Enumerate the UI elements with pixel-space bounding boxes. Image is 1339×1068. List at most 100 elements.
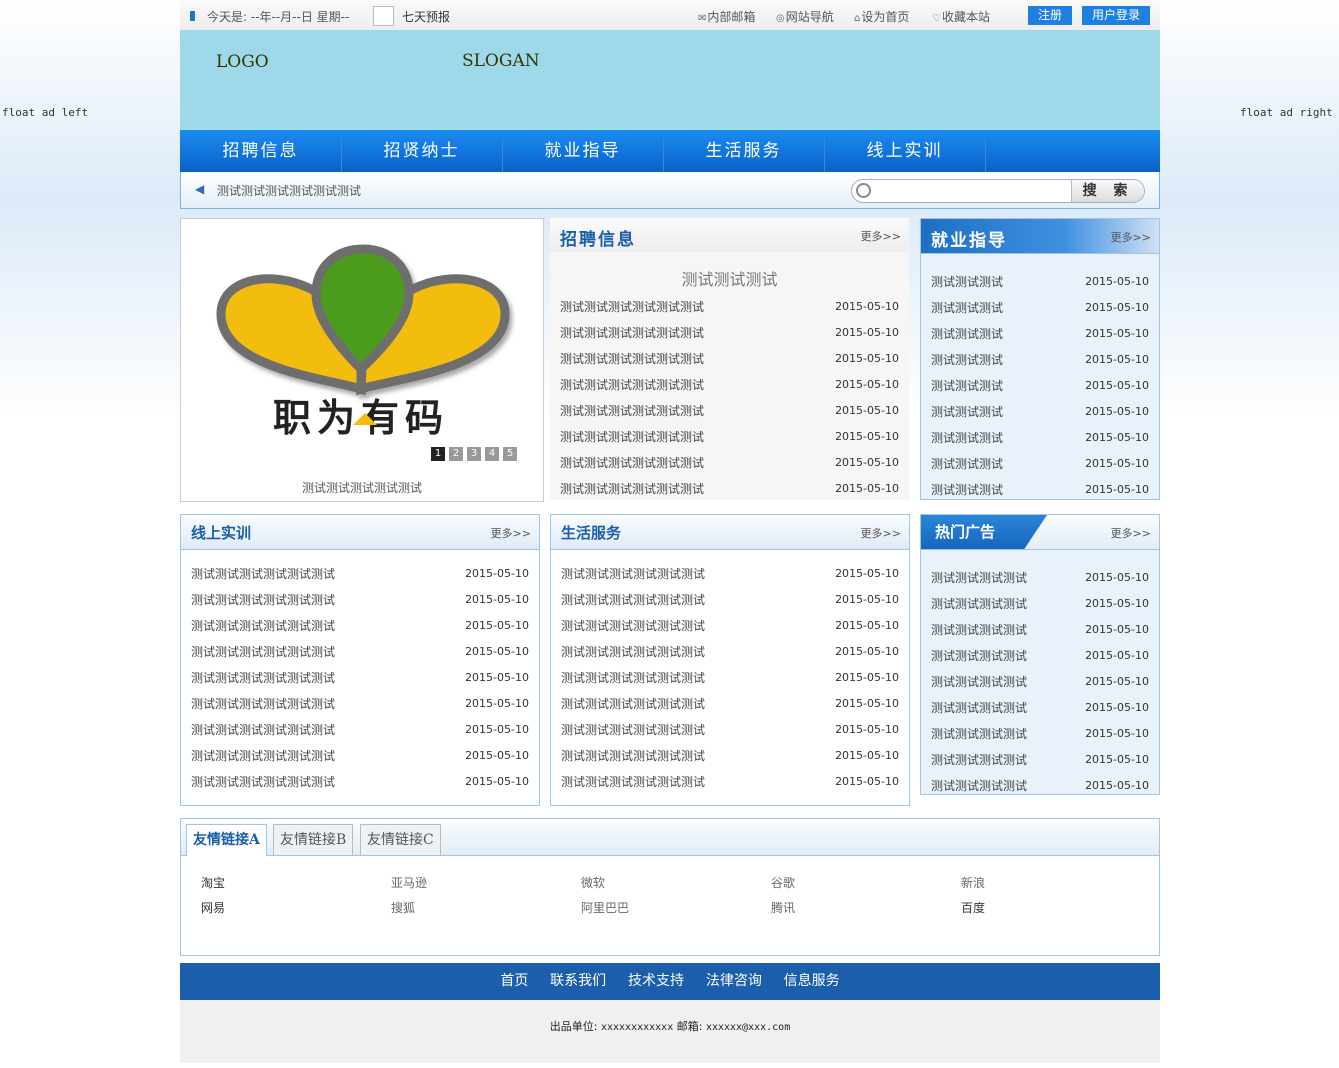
list-item-title[interactable]: 测试测试测试测试测试测试 <box>560 398 704 424</box>
list-item[interactable]: 测试测试测试测试测试测试 2015-05-10 <box>181 717 539 743</box>
list-item[interactable]: 测试测试测试测试 2015-05-10 <box>921 591 1159 617</box>
list-item-title[interactable]: 测试测试测试测试测试测试 <box>560 424 704 450</box>
list-item[interactable]: 测试测试测试 2015-05-10 <box>921 347 1159 373</box>
recruit-more-link[interactable]: 更多>> <box>861 228 901 244</box>
guide-more-link[interactable]: 更多>> <box>1111 229 1151 245</box>
register-button[interactable]: 注册 <box>1028 6 1072 25</box>
friend-link[interactable]: 腾讯 <box>771 899 795 916</box>
list-item[interactable]: 测试测试测试测试测试测试 2015-05-10 <box>551 743 909 769</box>
nav-item-talent[interactable]: 招贤纳士 <box>341 130 502 172</box>
list-item-title[interactable]: 测试测试测试测试 <box>931 565 1027 591</box>
footer-link-info[interactable]: 信息服务 <box>784 963 840 1000</box>
float-ad-right[interactable]: float ad right <box>1240 106 1333 119</box>
list-item-title[interactable]: 测试测试测试测试测试测试 <box>561 717 705 743</box>
list-item-title[interactable]: 测试测试测试测试测试测试 <box>191 717 335 743</box>
float-ad-left[interactable]: float ad left <box>2 106 88 119</box>
list-item[interactable]: 测试测试测试 2015-05-10 <box>921 425 1159 451</box>
notice-text[interactable]: 测试测试测试测试测试测试 <box>217 182 361 199</box>
list-item[interactable]: 测试测试测试测试测试测试 2015-05-10 <box>181 743 539 769</box>
list-item-title[interactable]: 测试测试测试 <box>931 477 1003 503</box>
list-item[interactable]: 测试测试测试测试测试测试 2015-05-10 <box>550 294 909 320</box>
slider-caption[interactable]: 测试测试测试测试测试 <box>181 479 543 496</box>
tab-friend-links-b[interactable]: 友情链接B <box>273 824 354 855</box>
list-item-title[interactable]: 测试测试测试 <box>931 399 1003 425</box>
list-item[interactable]: 测试测试测试 2015-05-10 <box>921 295 1159 321</box>
slider-dot[interactable]: 2 <box>449 447 463 461</box>
list-item-title[interactable]: 测试测试测试测试测试测试 <box>560 294 704 320</box>
list-item[interactable]: 测试测试测试测试测试测试 2015-05-10 <box>551 691 909 717</box>
list-item-title[interactable]: 测试测试测试测试 <box>931 747 1027 773</box>
friend-link[interactable]: 淘宝 <box>201 874 225 891</box>
footer-link-home[interactable]: 首页 <box>500 963 528 1000</box>
list-item[interactable]: 测试测试测试测试 2015-05-10 <box>921 773 1159 799</box>
list-item-title[interactable]: 测试测试测试 <box>931 451 1003 477</box>
list-item-title[interactable]: 测试测试测试测试测试测试 <box>561 691 705 717</box>
list-item-title[interactable]: 测试测试测试测试测试测试 <box>561 743 705 769</box>
list-item[interactable]: 测试测试测试测试测试测试 2015-05-10 <box>181 665 539 691</box>
footer-link-contact[interactable]: 联系我们 <box>550 963 606 1000</box>
tab-friend-links-c[interactable]: 友情链接C <box>360 824 441 855</box>
nav-item-guide[interactable]: 就业指导 <box>502 130 663 172</box>
list-item[interactable]: 测试测试测试测试 2015-05-10 <box>921 669 1159 695</box>
list-item[interactable]: 测试测试测试测试测试测试 2015-05-10 <box>550 372 909 398</box>
list-item-title[interactable]: 测试测试测试测试 <box>931 773 1027 799</box>
list-item-title[interactable]: 测试测试测试测试 <box>931 669 1027 695</box>
list-item[interactable]: 测试测试测试测试测试测试 2015-05-10 <box>181 613 539 639</box>
list-item[interactable]: 测试测试测试测试测试测试 2015-05-10 <box>551 561 909 587</box>
friend-link[interactable]: 亚马逊 <box>391 874 427 891</box>
list-item[interactable]: 测试测试测试测试测试测试 2015-05-10 <box>551 587 909 613</box>
list-item[interactable]: 测试测试测试测试测试测试 2015-05-10 <box>181 769 539 795</box>
training-more-link[interactable]: 更多>> <box>491 525 531 541</box>
friend-link[interactable]: 网易 <box>201 899 225 916</box>
list-item-title[interactable]: 测试测试测试测试测试测试 <box>191 613 335 639</box>
nav-item-training[interactable]: 线上实训 <box>824 130 985 172</box>
list-item-title[interactable]: 测试测试测试测试测试测试 <box>561 587 705 613</box>
list-item[interactable]: 测试测试测试测试 2015-05-10 <box>921 747 1159 773</box>
list-item-title[interactable]: 测试测试测试测试测试测试 <box>561 561 705 587</box>
list-item[interactable]: 测试测试测试测试测试测试 2015-05-10 <box>551 717 909 743</box>
list-item[interactable]: 测试测试测试测试测试测试 2015-05-10 <box>550 398 909 424</box>
ads-more-link[interactable]: 更多>> <box>1111 525 1151 541</box>
list-item-title[interactable]: 测试测试测试测试测试测试 <box>561 639 705 665</box>
list-item[interactable]: 测试测试测试 2015-05-10 <box>921 269 1159 295</box>
list-item[interactable]: 测试测试测试测试 2015-05-10 <box>921 565 1159 591</box>
list-item-title[interactable]: 测试测试测试测试测试测试 <box>560 372 704 398</box>
list-item[interactable]: 测试测试测试 2015-05-10 <box>921 451 1159 477</box>
list-item[interactable]: 测试测试测试测试测试测试 2015-05-10 <box>551 769 909 795</box>
list-item-title[interactable]: 测试测试测试测试测试测试 <box>560 476 704 502</box>
list-item[interactable]: 测试测试测试测试 2015-05-10 <box>921 617 1159 643</box>
list-item-title[interactable]: 测试测试测试 <box>931 373 1003 399</box>
search-button[interactable]: 搜 索 <box>1071 180 1144 202</box>
list-item-title[interactable]: 测试测试测试测试 <box>931 643 1027 669</box>
list-item[interactable]: 测试测试测试测试测试测试 2015-05-10 <box>551 665 909 691</box>
list-item-title[interactable]: 测试测试测试测试测试测试 <box>191 743 335 769</box>
login-button[interactable]: 用户登录 <box>1082 6 1150 25</box>
list-item-title[interactable]: 测试测试测试 <box>931 425 1003 451</box>
list-item-title[interactable]: 测试测试测试测试 <box>931 591 1027 617</box>
friend-link[interactable]: 搜狐 <box>391 899 415 916</box>
weather-forecast-link[interactable]: 七天预报 <box>402 8 450 25</box>
list-item-title[interactable]: 测试测试测试测试测试测试 <box>191 665 335 691</box>
friend-link[interactable]: 百度 <box>961 899 985 916</box>
site-nav-link[interactable]: ◎网站导航 <box>776 8 834 25</box>
set-homepage-link[interactable]: ⌂设为首页 <box>854 8 909 25</box>
list-item[interactable]: 测试测试测试测试测试测试 2015-05-10 <box>551 613 909 639</box>
friend-link[interactable]: 谷歌 <box>771 874 795 891</box>
list-item-title[interactable]: 测试测试测试测试测试测试 <box>191 587 335 613</box>
list-item-title[interactable]: 测试测试测试 <box>931 321 1003 347</box>
list-item-title[interactable]: 测试测试测试测试测试测试 <box>191 769 335 795</box>
list-item-title[interactable]: 测试测试测试测试测试测试 <box>560 320 704 346</box>
list-item-title[interactable]: 测试测试测试测试测试测试 <box>191 639 335 665</box>
list-item-title[interactable]: 测试测试测试 <box>931 295 1003 321</box>
nav-item-life[interactable]: 生活服务 <box>663 130 824 172</box>
list-item-title[interactable]: 测试测试测试测试测试测试 <box>191 691 335 717</box>
list-item-title[interactable]: 测试测试测试测试测试测试 <box>561 613 705 639</box>
list-item[interactable]: 测试测试测试测试测试测试 2015-05-10 <box>181 561 539 587</box>
list-item-title[interactable]: 测试测试测试测试测试测试 <box>191 561 335 587</box>
footer-link-support[interactable]: 技术支持 <box>628 963 684 1000</box>
list-item[interactable]: 测试测试测试测试 2015-05-10 <box>921 643 1159 669</box>
list-item-title[interactable]: 测试测试测试测试 <box>931 721 1027 747</box>
list-item[interactable]: 测试测试测试 2015-05-10 <box>921 373 1159 399</box>
list-item[interactable]: 测试测试测试测试测试测试 2015-05-10 <box>551 639 909 665</box>
list-item-title[interactable]: 测试测试测试测试测试测试 <box>560 346 704 372</box>
